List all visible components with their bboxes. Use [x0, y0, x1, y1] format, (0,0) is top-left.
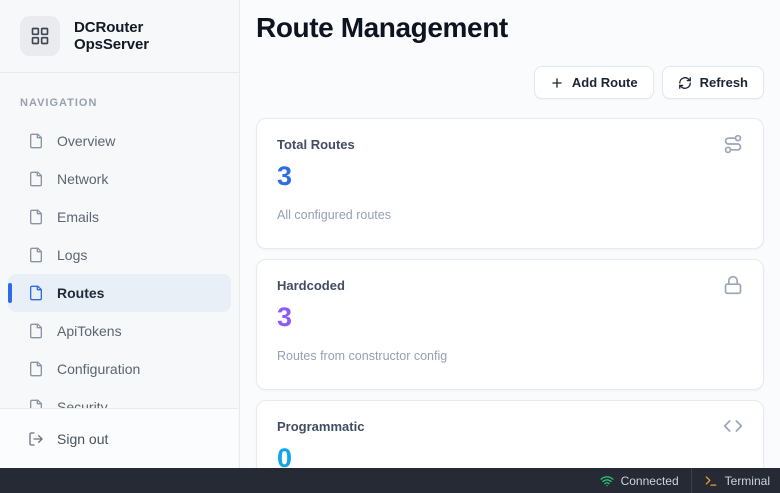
add-route-label: Add Route	[572, 75, 638, 90]
sidebar-item-label: Routes	[57, 285, 104, 301]
card-title: Programmatic	[277, 416, 364, 434]
sidebar-item-apitokens[interactable]: ApiTokens	[8, 312, 231, 350]
sidebar-item-emails[interactable]: Emails	[8, 198, 231, 236]
route-icon	[723, 134, 743, 154]
terminal-label: Terminal	[725, 474, 770, 488]
card-subtitle: All configured routes	[277, 208, 743, 222]
grid-icon	[30, 26, 50, 46]
sidebar-nav: Overview Network Emails Logs Routes ApiT…	[0, 122, 239, 426]
sidebar-header: DCRouter OpsServer	[0, 0, 239, 73]
card-value: 3	[277, 161, 743, 192]
stat-cards: Total Routes 3 All configured routes Har…	[256, 118, 764, 493]
status-bar: Connected Terminal	[0, 468, 780, 493]
app-logo	[20, 16, 60, 56]
sidebar-item-label: Emails	[57, 209, 99, 225]
sidebar: DCRouter OpsServer NAVIGATION Overview N…	[0, 0, 240, 468]
app-title: DCRouter OpsServer	[74, 19, 219, 53]
sidebar-item-label: Overview	[57, 133, 115, 149]
total-routes-card: Total Routes 3 All configured routes	[256, 118, 764, 249]
add-route-button[interactable]: Add Route	[534, 66, 654, 99]
status-divider	[691, 468, 692, 493]
refresh-icon	[678, 76, 692, 90]
plus-icon	[550, 76, 564, 90]
file-icon	[28, 171, 44, 187]
file-icon	[28, 323, 44, 339]
hardcoded-card: Hardcoded 3 Routes from constructor conf…	[256, 259, 764, 390]
toolbar: Add Route Refresh	[256, 66, 764, 99]
wifi-icon	[600, 474, 614, 488]
refresh-button[interactable]: Refresh	[662, 66, 764, 99]
nav-section-label: NAVIGATION	[0, 97, 239, 109]
connection-status-label: Connected	[621, 474, 679, 488]
card-value: 3	[277, 302, 743, 333]
refresh-label: Refresh	[700, 75, 748, 90]
sidebar-item-label: Logs	[57, 247, 87, 263]
sidebar-item-label: ApiTokens	[57, 323, 122, 339]
file-icon	[28, 361, 44, 377]
sidebar-item-label: Configuration	[57, 361, 140, 377]
card-title: Total Routes	[277, 134, 355, 152]
terminal-toggle[interactable]: Terminal	[704, 474, 770, 488]
code-icon	[723, 416, 743, 436]
sidebar-item-routes[interactable]: Routes	[8, 274, 231, 312]
page-title: Route Management	[256, 12, 764, 44]
card-title: Hardcoded	[277, 275, 345, 293]
terminal-icon	[704, 474, 718, 488]
sidebar-item-label: Network	[57, 171, 108, 187]
file-icon	[28, 247, 44, 263]
file-icon	[28, 209, 44, 225]
signout-button[interactable]: Sign out	[0, 408, 238, 468]
connection-status[interactable]: Connected	[600, 474, 679, 488]
sidebar-item-configuration[interactable]: Configuration	[8, 350, 231, 388]
sidebar-item-overview[interactable]: Overview	[8, 122, 231, 160]
file-icon	[28, 133, 44, 149]
sidebar-item-network[interactable]: Network	[8, 160, 231, 198]
card-subtitle: Routes from constructor config	[277, 349, 743, 363]
file-icon	[28, 285, 44, 301]
main-content: Route Management Add Route Refresh Total…	[240, 0, 780, 493]
lock-icon	[723, 275, 743, 295]
signout-label: Sign out	[57, 431, 108, 447]
sidebar-item-logs[interactable]: Logs	[8, 236, 231, 274]
logout-icon	[28, 431, 44, 447]
